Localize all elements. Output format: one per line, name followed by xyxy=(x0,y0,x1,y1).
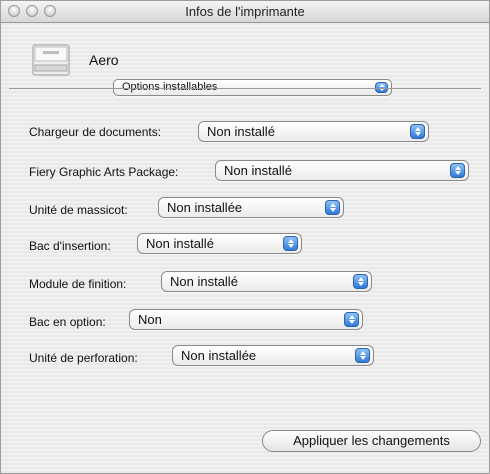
title-bar: Infos de l'imprimante xyxy=(1,1,489,23)
trimmer-popup[interactable]: Non installée xyxy=(158,197,344,218)
finisher-value: Non installé xyxy=(170,274,238,289)
popup-arrows-icon xyxy=(355,348,370,363)
option-label-optional-tray: Bac en option: xyxy=(29,315,106,329)
printer-info-window: Infos de l'imprimante Aero Options insta… xyxy=(0,0,490,474)
fiery-gap-popup[interactable]: Non installé xyxy=(215,160,469,181)
option-label-trimmer: Unité de massicot: xyxy=(29,203,128,217)
printer-name: Aero xyxy=(89,52,119,68)
popup-arrows-icon xyxy=(325,200,340,215)
popup-arrows-icon xyxy=(450,163,465,178)
popup-arrows-icon xyxy=(353,274,368,289)
finisher-popup[interactable]: Non installé xyxy=(161,271,372,292)
section-popup-value: Options installables xyxy=(122,81,218,93)
inserter-popup[interactable]: Non installé xyxy=(137,233,302,254)
trimmer-value: Non installée xyxy=(167,200,243,215)
document-feeder-popup[interactable]: Non installé xyxy=(198,121,429,142)
optional-tray-value: Non xyxy=(138,312,162,327)
header-separator xyxy=(9,88,481,89)
printer-icon xyxy=(32,44,70,76)
popup-arrows-icon xyxy=(344,312,359,327)
option-label-punch: Unité de perforation: xyxy=(29,351,138,365)
option-label-fiery-gap: Fiery Graphic Arts Package: xyxy=(29,165,179,179)
document-feeder-value: Non installé xyxy=(207,124,275,139)
punch-value: Non installée xyxy=(181,348,257,363)
window-title: Infos de l'imprimante xyxy=(185,4,305,19)
optional-tray-popup[interactable]: Non xyxy=(129,309,363,330)
apply-changes-button[interactable]: Appliquer les changements xyxy=(262,430,481,452)
option-label-document-feeder: Chargeur de documents: xyxy=(29,125,162,139)
popup-arrows-icon xyxy=(283,236,298,251)
fiery-gap-value: Non installé xyxy=(224,163,292,178)
popup-arrows-icon xyxy=(410,124,425,139)
punch-popup[interactable]: Non installée xyxy=(172,345,374,366)
option-label-inserter: Bac d'insertion: xyxy=(29,239,111,253)
inserter-value: Non installé xyxy=(146,236,214,251)
option-label-finisher: Module de finition: xyxy=(29,277,127,291)
